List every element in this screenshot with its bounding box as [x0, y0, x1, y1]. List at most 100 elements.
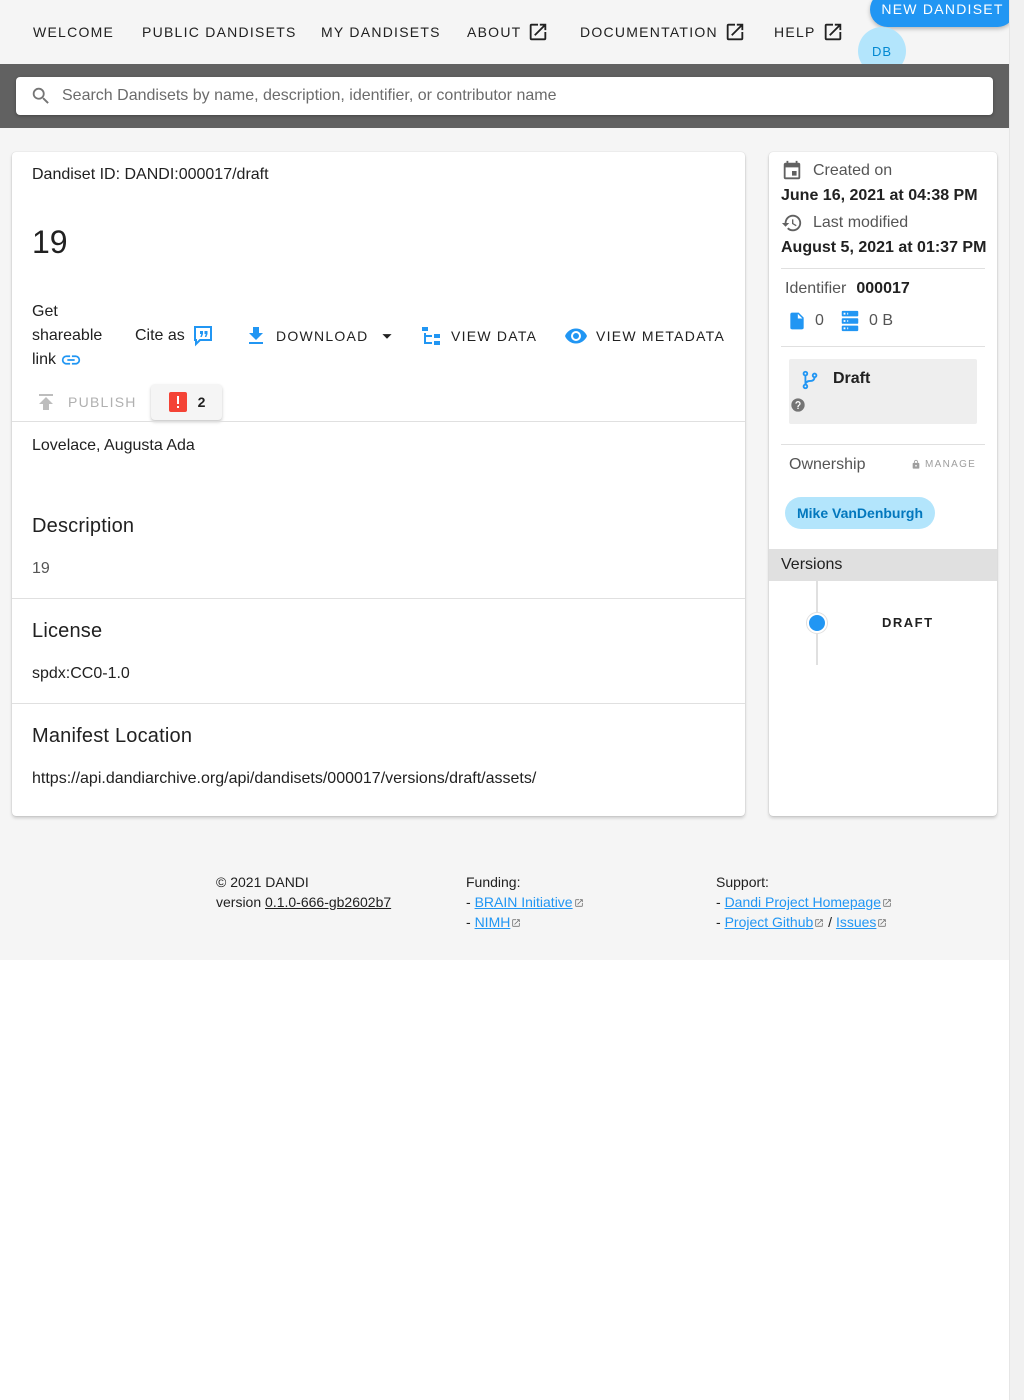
version-prefix: version — [216, 894, 262, 910]
created-value: June 16, 2021 at 04:38 PM — [781, 187, 978, 204]
file-count: 0 — [787, 310, 824, 332]
validation-error-count: 2 — [197, 394, 206, 410]
nimh-link[interactable]: NIMH — [475, 914, 511, 930]
modified-value: August 5, 2021 at 01:37 PM — [781, 239, 987, 256]
nav-documentation-label: Documentation — [580, 24, 718, 40]
created-row: Created on — [781, 160, 892, 182]
footer-support: Support: - Dandi Project Homepage - Proj… — [716, 872, 892, 932]
description-heading: Description — [32, 515, 135, 537]
nav-my-dandisets[interactable]: My Dandisets — [321, 18, 441, 46]
app-root: Welcome Public Dandisets My Dandisets Ab… — [0, 0, 1015, 960]
history-icon — [781, 212, 803, 234]
divider — [781, 346, 985, 347]
footer-info: © 2021 DANDI version 0.1.0-666-gb2602b7 — [216, 872, 391, 912]
lock-icon — [911, 459, 921, 470]
cite-as-button[interactable]: Cite as — [135, 324, 215, 348]
modified-label: Last modified — [813, 214, 909, 231]
eye-icon — [564, 324, 588, 348]
funding-item: - BRAIN Initiative — [466, 892, 584, 912]
nav-documentation[interactable]: Documentation — [580, 18, 746, 46]
brain-initiative-link[interactable]: BRAIN Initiative — [475, 894, 573, 910]
nav-public-dandisets-label: Public Dandisets — [142, 24, 297, 40]
version-status-label: Draft — [833, 370, 871, 387]
calendar-icon — [781, 160, 803, 182]
support-label: Support: — [716, 874, 769, 890]
search-box — [16, 77, 993, 115]
dandiset-side-panel: Created on June 16, 2021 at 04:38 PM Las… — [769, 152, 997, 816]
dandiset-main-card: Dandiset ID: DANDI:000017/draft 19 Get s… — [12, 152, 745, 816]
owner-chip[interactable]: Mike VanDenburgh — [785, 497, 936, 529]
view-metadata-button[interactable]: View Metadata — [564, 324, 725, 348]
upload-icon — [34, 390, 58, 414]
nav-help-label: Help — [774, 24, 816, 40]
search-icon — [30, 85, 52, 107]
open-in-new-icon — [527, 21, 549, 43]
help-circle-icon[interactable] — [790, 397, 806, 413]
link-icon — [60, 349, 82, 371]
description-text: 19 — [32, 560, 50, 577]
nav-about-label: About — [467, 24, 522, 40]
list-dash: - — [466, 894, 471, 910]
support-item: - Dandi Project Homepage — [716, 892, 892, 912]
format-quote-icon — [191, 324, 215, 348]
nav-my-dandisets-label: My Dandisets — [321, 24, 441, 40]
nav-welcome[interactable]: Welcome — [33, 18, 114, 46]
open-in-new-icon — [724, 21, 746, 43]
chevron-down-icon — [376, 325, 398, 347]
version-draft-button[interactable]: Draft — [882, 615, 934, 630]
page-scrollbar[interactable] — [1009, 0, 1024, 1400]
external-link-icon — [813, 914, 824, 930]
divider — [781, 268, 985, 269]
list-dash: - — [716, 914, 721, 930]
funding-item: - NIMH — [466, 912, 584, 932]
nav-public-dandisets[interactable]: Public Dandisets — [142, 18, 297, 46]
identifier-label: Identifier — [785, 280, 847, 297]
dandiset-title: 19 — [32, 224, 68, 260]
validation-errors-button[interactable]: 2 — [151, 384, 222, 420]
source-branch-icon — [799, 368, 821, 392]
file-tree-icon — [419, 324, 443, 348]
publish-label: Publish — [68, 394, 137, 410]
version-line: version 0.1.0-666-gb2602b7 — [216, 892, 391, 912]
divider — [12, 598, 745, 599]
license-text: spdx:CC0-1.0 — [32, 665, 130, 682]
link-separator: / — [828, 914, 833, 930]
nav-about[interactable]: About — [467, 18, 549, 46]
dandiset-id: Dandiset ID: DANDI:000017/draft — [32, 166, 269, 183]
new-dandiset-button[interactable]: New Dandiset — [870, 0, 1015, 27]
nav-help[interactable]: Help — [774, 18, 844, 46]
nav-welcome-label: Welcome — [33, 24, 115, 40]
search-bar-area — [0, 64, 1009, 128]
external-link-icon — [876, 914, 887, 930]
download-label: Download — [276, 328, 369, 344]
identifier-value: 000017 — [856, 280, 910, 297]
cite-as-label: Cite as — [135, 327, 185, 344]
license-heading: License — [32, 620, 103, 642]
identifier-row: Identifier 000017 — [785, 280, 910, 298]
versions-header: Versions — [769, 549, 997, 581]
divider — [12, 421, 745, 422]
version-status-box: Draft — [789, 359, 977, 424]
manage-owners-button[interactable]: Manage — [911, 459, 976, 470]
share-link-button[interactable]: Get shareable link — [32, 300, 122, 372]
external-link-icon — [881, 894, 892, 910]
contributors: Lovelace, Augusta Ada — [32, 437, 195, 454]
version-link[interactable]: 0.1.0-666-gb2602b7 — [265, 894, 391, 910]
file-count-value: 0 — [815, 312, 824, 329]
dandi-homepage-link[interactable]: Dandi Project Homepage — [725, 894, 881, 910]
project-github-link[interactable]: Project Github — [725, 914, 814, 930]
external-link-icon — [510, 914, 521, 930]
manifest-url: https://api.dandiarchive.org/api/dandise… — [32, 770, 537, 787]
divider — [12, 703, 745, 704]
download-button[interactable]: Download — [244, 324, 398, 348]
version-dot — [807, 613, 827, 633]
view-data-button[interactable]: View Data — [419, 324, 537, 348]
search-input[interactable] — [62, 87, 962, 105]
top-nav: Welcome Public Dandisets My Dandisets Ab… — [0, 0, 1015, 75]
manifest-heading: Manifest Location — [32, 725, 193, 747]
created-label: Created on — [813, 162, 893, 179]
publish-button[interactable]: Publish — [34, 388, 137, 416]
footer-funding: Funding: - BRAIN Initiative - NIMH — [466, 872, 584, 932]
issues-link[interactable]: Issues — [836, 914, 876, 930]
funding-label: Funding: — [466, 874, 521, 890]
